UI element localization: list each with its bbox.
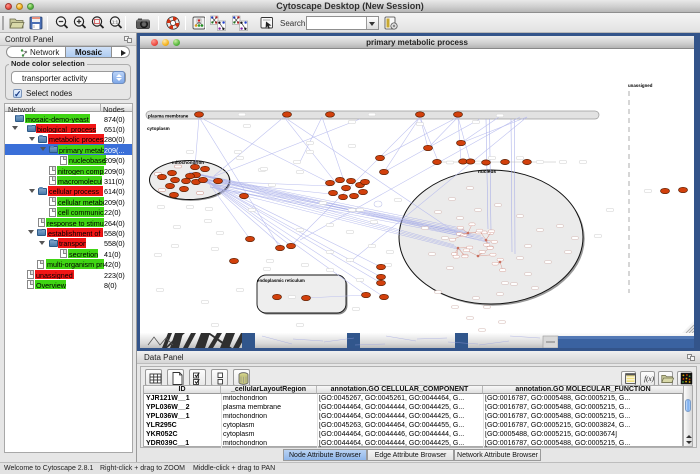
- svg-text:f(x): f(x): [644, 375, 654, 383]
- svg-text:unassigned: unassigned: [628, 83, 653, 88]
- svg-text:cytoplasm: cytoplasm: [147, 126, 170, 131]
- svg-text:nucleus: nucleus: [478, 169, 496, 175]
- svg-text:endoplasmic reticulum: endoplasmic reticulum: [257, 278, 305, 283]
- svg-text:1:1: 1:1: [112, 19, 119, 24]
- svg-text:plasma membrane: plasma membrane: [148, 114, 189, 119]
- svg-text:mitochondrion: mitochondrion: [172, 160, 204, 165]
